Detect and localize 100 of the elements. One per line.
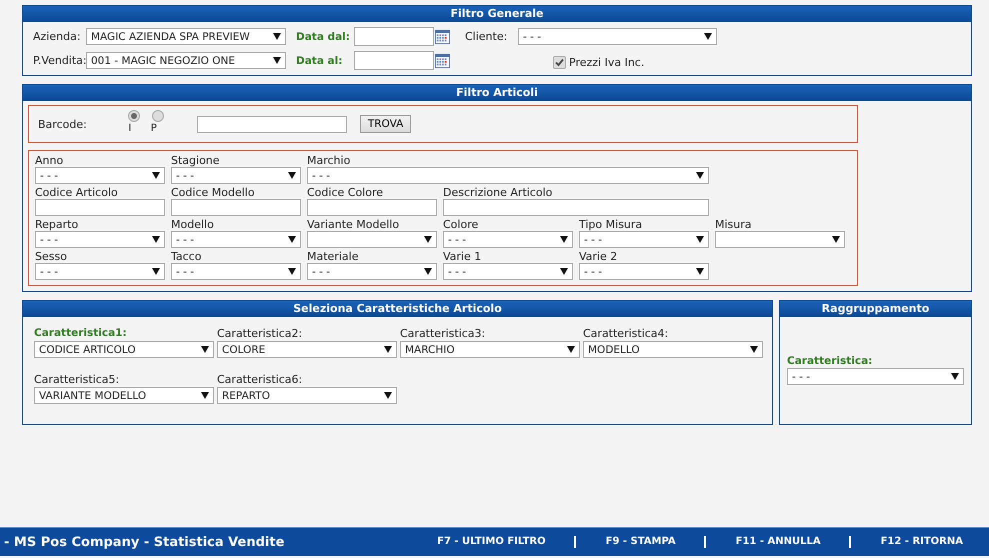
caret-icon [273,57,281,64]
dropdown[interactable]: CODICE ARTICOLO [34,341,214,358]
caret-icon [201,392,209,399]
field-label: P.Vendita: [33,54,86,67]
dropdown[interactable]: MARCHIO [400,341,580,358]
field-label: Tacco [171,251,202,263]
caret-icon [273,33,281,40]
shortcut-link[interactable]: F7 - ULTIMO FILTRO [437,536,560,548]
dropdown[interactable]: REPARTO [217,387,397,404]
field-label: Descrizione Articolo [443,187,554,199]
text-field[interactable] [171,199,301,216]
caret-icon [152,268,160,275]
dropdown[interactable]: - - - [171,231,301,248]
caret-icon [424,236,432,243]
field-label: Varie 2 [579,251,618,263]
caret-icon [201,346,209,353]
date-field[interactable] [354,51,434,70]
caret-icon [424,268,432,275]
dropdown[interactable]: - - - [307,167,709,184]
shortcut-link[interactable]: F11 - ANNULLA [704,536,835,548]
field-label: Sesso [35,251,68,263]
field-label: Varie 1 [443,251,482,263]
dropdown[interactable]: - - - [171,263,301,280]
caret-icon [567,346,575,353]
caret-icon [288,236,296,243]
checkbox[interactable] [553,56,566,69]
caret-icon [832,236,840,243]
app-title: - MS Pos Company - Statistica Vendite [3,534,286,550]
caret-icon [750,346,758,353]
client-select[interactable]: - - - [518,28,717,45]
caret-icon [704,33,712,40]
find-button[interactable]: TROVA [360,115,412,133]
radio-label: P [150,123,157,134]
panel-title: Raggruppamento [780,301,971,317]
dropdown[interactable]: - - - [787,368,964,385]
field-label: Variante Modello [307,219,400,231]
text-field[interactable] [443,199,709,216]
caret-icon [384,392,392,399]
caret-icon [560,268,568,275]
field-label: Caratteristica1: [34,326,128,341]
dropdown[interactable]: - - - [579,263,709,280]
calendar-icon[interactable] [435,28,450,44]
dropdown[interactable]: - - - [171,167,301,184]
caret-icon [560,236,568,243]
dropdown[interactable]: - - - [35,167,165,184]
caret-icon [696,268,704,275]
field-label: Codice Modello [171,187,256,199]
field-label: Modello [171,219,215,231]
field-label: Colore [443,219,480,231]
shortcut-link[interactable]: F12 - RITORNA [848,536,977,548]
field-label: Caratteristica2: [217,326,304,341]
field-label: Caratteristica4: [583,326,670,341]
field-label: Stagione [171,155,221,167]
field-label: Caratteristica: [787,354,874,368]
dropdown[interactable]: - - - [579,231,709,248]
radio-label: I [128,123,132,134]
dropdown[interactable]: - - - [443,263,573,280]
dropdown[interactable] [307,231,437,248]
text-field[interactable] [35,199,165,216]
field-label: Codice Articolo [35,187,119,199]
dropdown[interactable]: - - - [35,263,165,280]
dropdown[interactable]: - - - [307,263,437,280]
radio-button[interactable] [128,110,140,122]
caret-icon [696,236,704,243]
checkbox-label: Prezzi Iva Inc. [569,56,644,69]
dropdown[interactable]: - - - [35,231,165,248]
dropdown[interactable]: COLORE [217,341,397,358]
date-field[interactable] [354,27,434,46]
field-label: Data al: [296,54,344,66]
caret-icon [152,172,160,179]
field-label: Barcode: [38,118,87,130]
shortcut-link[interactable]: F9 - STAMPA [574,536,690,548]
field-label: Data dal: [296,30,351,42]
field-label: Caratteristica5: [34,372,120,387]
field-label: Tipo Misura [579,219,644,231]
barcode-field[interactable] [196,116,347,132]
dropdown[interactable]: - - - [443,231,573,248]
store-select[interactable]: 001 - MAGIC NEGOZIO ONE [86,52,286,69]
text-field[interactable] [307,199,437,216]
company-select[interactable]: MAGIC AZIENDA SPA PREVIEW [86,28,286,45]
field-label: Marchio [307,155,352,167]
dropdown[interactable] [715,231,845,248]
panel-title: Seleziona Caratteristiche Articolo [23,301,772,317]
panel-title: Filtro Articoli [23,85,971,101]
field-label: Cliente: [465,30,508,43]
field-label: Caratteristica3: [400,326,486,341]
field-label: Azienda: [33,30,82,43]
field-label: Materiale [307,251,360,263]
caret-icon [696,172,704,179]
dropdown[interactable]: VARIANTE MODELLO [34,387,214,404]
field-label: Caratteristica6: [217,372,304,387]
caret-icon [951,373,959,380]
panel-title: Filtro Generale [23,6,971,22]
caret-icon [288,268,296,275]
dropdown[interactable]: MODELLO [583,341,763,358]
radio-button[interactable] [152,110,164,122]
calendar-icon[interactable] [435,52,450,68]
field-label: Misura [715,219,753,231]
field-label: Anno [35,155,64,167]
caret-icon [288,172,296,179]
